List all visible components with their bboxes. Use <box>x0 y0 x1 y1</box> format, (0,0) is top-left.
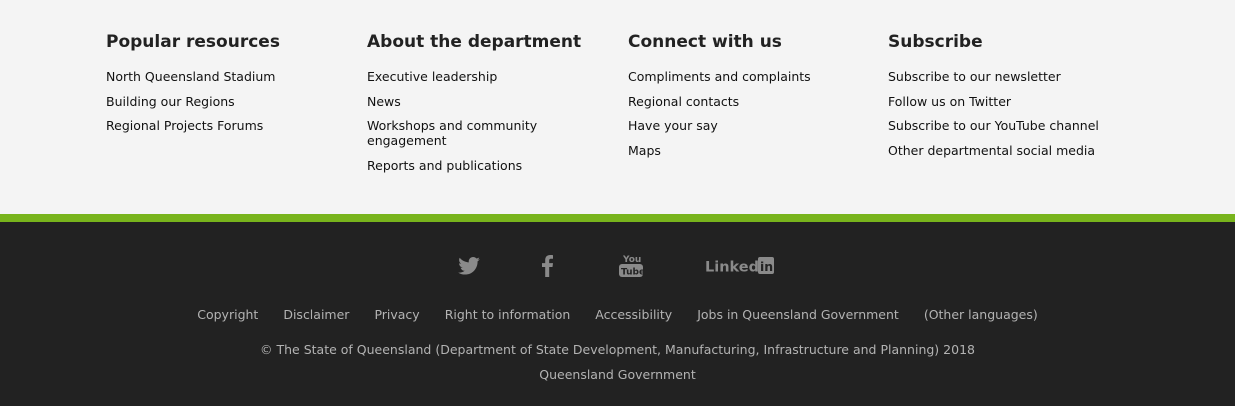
youtube-icon[interactable]: You Tube <box>617 252 645 280</box>
link-regional-projects-forums[interactable]: Regional Projects Forums <box>106 118 263 133</box>
link-right-to-information[interactable]: Right to information <box>445 307 571 322</box>
list-item: News <box>367 94 607 109</box>
link-accessibility[interactable]: Accessibility <box>595 307 672 322</box>
link-building-our-regions[interactable]: Building our Regions <box>106 94 235 109</box>
list-item: Follow us on Twitter <box>888 94 1148 109</box>
facebook-icon[interactable] <box>540 252 554 280</box>
svg-text:Linked: Linked <box>705 260 759 276</box>
link-other-social-media[interactable]: Other departmental social media <box>888 143 1095 158</box>
link-jobs-qld-government[interactable]: Jobs in Queensland Government <box>697 307 899 322</box>
column-heading: Subscribe <box>888 32 983 52</box>
link-have-your-say[interactable]: Have your say <box>628 118 718 133</box>
linkedin-icon[interactable]: Linked in <box>704 252 776 280</box>
link-subscribe-newsletter[interactable]: Subscribe to our newsletter <box>888 69 1061 84</box>
link-list: North Queensland Stadium Building our Re… <box>106 69 346 133</box>
copyright-text: © The State of Queensland (Department of… <box>260 342 975 357</box>
link-regional-contacts[interactable]: Regional contacts <box>628 94 739 109</box>
link-north-queensland-stadium[interactable]: North Queensland Stadium <box>106 69 275 84</box>
link-copyright[interactable]: Copyright <box>197 307 258 322</box>
government-name: Queensland Government <box>539 367 696 382</box>
link-compliments-complaints[interactable]: Compliments and complaints <box>628 69 811 84</box>
link-disclaimer[interactable]: Disclaimer <box>283 307 349 322</box>
svg-text:in: in <box>760 259 773 274</box>
link-workshops-community-engagement[interactable]: Workshops and community engagement <box>367 118 537 148</box>
list-item: Subscribe to our YouTube channel <box>888 118 1148 133</box>
column-connect-with-us: Connect with us Compliments and complain… <box>628 30 868 168</box>
link-maps[interactable]: Maps <box>628 143 661 158</box>
svg-text:You: You <box>622 255 641 265</box>
link-subscribe-youtube[interactable]: Subscribe to our YouTube channel <box>888 118 1099 133</box>
column-heading: Popular resources <box>106 32 280 52</box>
twitter-icon[interactable] <box>457 252 481 280</box>
footer-bottom-section: You Tube Linked in Copyright Disclaimer … <box>0 222 1235 406</box>
list-item: Regional contacts <box>628 94 868 109</box>
link-list: Subscribe to our newsletter Follow us on… <box>888 69 1148 158</box>
footer-links: Copyright Disclaimer Privacy Right to in… <box>0 307 1235 322</box>
list-item: Compliments and complaints <box>628 69 868 84</box>
accent-stripe <box>0 214 1235 222</box>
column-heading: About the department <box>367 32 582 52</box>
link-news[interactable]: News <box>367 94 401 109</box>
svg-text:Tube: Tube <box>621 268 644 278</box>
list-item: Reports and publications <box>367 158 607 173</box>
column-about-department: About the department Executive leadershi… <box>367 30 607 183</box>
link-list: Compliments and complaints Regional cont… <box>628 69 868 158</box>
list-item: Have your say <box>628 118 868 133</box>
column-subscribe: Subscribe Subscribe to our newsletter Fo… <box>888 30 1148 168</box>
list-item: North Queensland Stadium <box>106 69 346 84</box>
link-other-languages[interactable]: (Other languages) <box>924 307 1038 322</box>
link-reports-publications[interactable]: Reports and publications <box>367 158 522 173</box>
list-item: Building our Regions <box>106 94 346 109</box>
link-follow-twitter[interactable]: Follow us on Twitter <box>888 94 1011 109</box>
footer-top-section: Popular resources North Queensland Stadi… <box>0 0 1235 214</box>
list-item: Subscribe to our newsletter <box>888 69 1148 84</box>
link-executive-leadership[interactable]: Executive leadership <box>367 69 497 84</box>
list-item: Other departmental social media <box>888 143 1148 158</box>
column-popular-resources: Popular resources North Queensland Stadi… <box>106 30 346 143</box>
list-item: Executive leadership <box>367 69 607 84</box>
column-heading: Connect with us <box>628 32 782 52</box>
list-item: Maps <box>628 143 868 158</box>
link-list: Executive leadership News Workshops and … <box>367 69 607 173</box>
link-privacy[interactable]: Privacy <box>374 307 419 322</box>
list-item: Regional Projects Forums <box>106 118 346 133</box>
list-item: Workshops and community engagement <box>367 118 547 148</box>
